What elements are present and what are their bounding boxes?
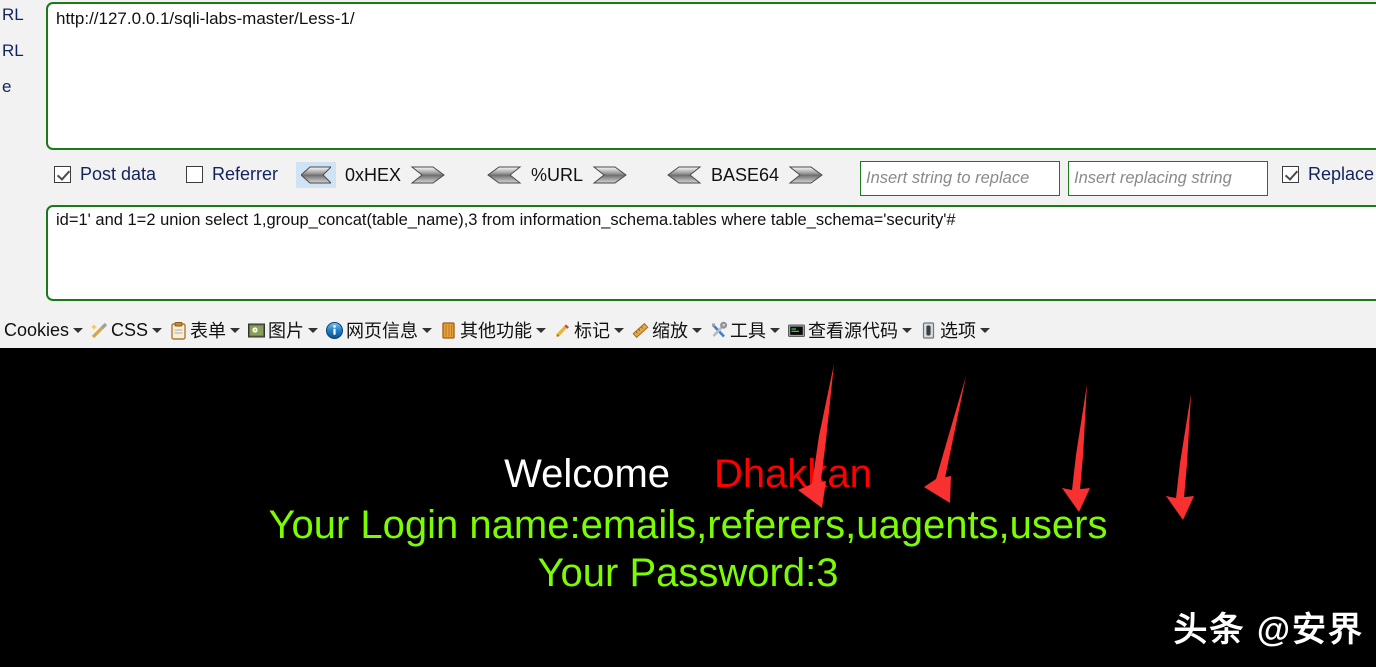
terminal-icon [787,321,806,340]
chevron-down-icon [536,327,547,333]
page-render-area: Welcome Dhakkan Your Login name:emails,re… [0,348,1376,667]
base64-encode-right-arrow-icon[interactable] [788,162,828,188]
menu-item-images[interactable]: 图片 [245,315,323,345]
menu-label-css: CSS [111,319,149,340]
post-data-checkbox-box[interactable] [54,166,71,183]
referrer-checkbox-box[interactable] [186,166,203,183]
menu-label-cookies: Cookies [4,319,70,340]
encoder-hex-group: 0xHEX [296,162,450,188]
encoder-base64-label: BASE64 [711,164,780,185]
menu-label-tools: 工具 [730,321,767,341]
menu-label-images: 图片 [268,321,305,341]
encoder-base64-group: BASE64 [662,162,828,188]
welcome-name: Dhakkan [714,452,872,496]
tools-icon [709,321,728,340]
referrer-label: Referrer [212,164,279,184]
welcome-text: Welcome [504,452,671,496]
menu-label-view-source: 查看源代码 [808,321,899,341]
url-textarea-value: http://127.0.0.1/sqli-labs-master/Less-1… [56,9,355,28]
payload-textarea[interactable]: id=1' and 1=2 union select 1,group_conca… [46,205,1376,301]
chevron-down-icon [980,327,991,333]
payload-textarea-value: id=1' and 1=2 union select 1,group_conca… [56,211,956,229]
menu-label-zoom: 缩放 [652,321,689,341]
menu-label-markup: 标记 [574,321,611,341]
base64-decode-left-arrow-icon[interactable] [662,162,702,188]
chevron-down-icon [73,327,84,333]
menu-item-tools[interactable]: 工具 [707,315,785,345]
password-result: Your Password:3 [537,551,839,595]
menu-label-forms: 表单 [190,321,227,341]
left-label-url-1: RL [2,5,24,24]
replace-checkbox[interactable]: Replace [1282,164,1374,185]
clipboard-icon [169,321,188,340]
url-encode-right-arrow-icon[interactable] [592,162,632,188]
chevron-down-icon [902,327,913,333]
image-icon [247,321,266,340]
info-circle-icon [325,321,344,340]
magic-wand-icon [90,321,109,340]
chevron-down-icon [308,327,319,333]
encoder-url-group: %URL [482,162,632,188]
menu-item-markup[interactable]: 标记 [551,315,629,345]
hex-encode-right-arrow-icon[interactable] [410,162,450,188]
chevron-down-icon [230,327,241,333]
left-label-url-2: RL [2,41,24,60]
url-textarea[interactable]: http://127.0.0.1/sqli-labs-master/Less-1… [46,2,1376,150]
menu-label-options: 选项 [940,321,977,341]
menu-label-page-info: 网页信息 [346,321,419,341]
watermark: 头条 @安界 [1173,611,1364,649]
menu-item-zoom[interactable]: 缩放 [629,315,707,345]
url-decode-left-arrow-icon[interactable] [482,162,522,188]
menu-item-forms[interactable]: 表单 [167,315,245,345]
hex-decode-left-arrow-icon[interactable] [296,162,336,188]
replace-label: Replace [1308,164,1375,184]
post-data-checkbox[interactable]: Post data [54,164,156,185]
menu-label-other-functions: 其他功能 [460,321,533,341]
chevron-down-icon [614,327,625,333]
book-icon [439,321,458,340]
chevron-down-icon [152,327,163,333]
ruler-icon [631,321,650,340]
encoder-url-label: %URL [531,164,584,185]
encoder-hex-label: 0xHEX [345,164,402,185]
menu-item-css[interactable]: CSS [88,315,167,345]
referrer-checkbox[interactable]: Referrer [186,164,278,185]
menu-item-other-functions[interactable]: 其他功能 [437,315,551,345]
left-label-other: e [2,77,12,96]
menu-item-cookies[interactable]: Cookies [2,315,88,345]
menu-item-options[interactable]: 选项 [917,315,995,345]
welcome-heading: Welcome Dhakkan [0,452,1376,497]
chevron-down-icon [692,327,703,333]
replace-checkbox-box[interactable] [1282,166,1299,183]
chevron-down-icon [422,327,433,333]
extension-menubar: Cookies CSS 表单 图片 网页信息 其他功能 标记 缩放 工具 查看源… [0,312,1376,348]
switch-icon [919,321,938,340]
pencil-icon [553,321,572,340]
search-string-input[interactable]: Insert string to replace [860,161,1060,196]
replacing-string-input[interactable]: Insert replacing string [1068,161,1268,196]
browser-tool-window: RL RL e http://127.0.0.1/sqli-labs-maste… [0,0,1376,667]
login-name-result: Your Login name:emails,referers,uagents,… [268,503,1108,547]
post-data-label: Post data [80,164,157,184]
menu-item-view-source[interactable]: 查看源代码 [785,315,917,345]
chevron-down-icon [770,327,781,333]
menu-item-page-info[interactable]: 网页信息 [323,315,437,345]
